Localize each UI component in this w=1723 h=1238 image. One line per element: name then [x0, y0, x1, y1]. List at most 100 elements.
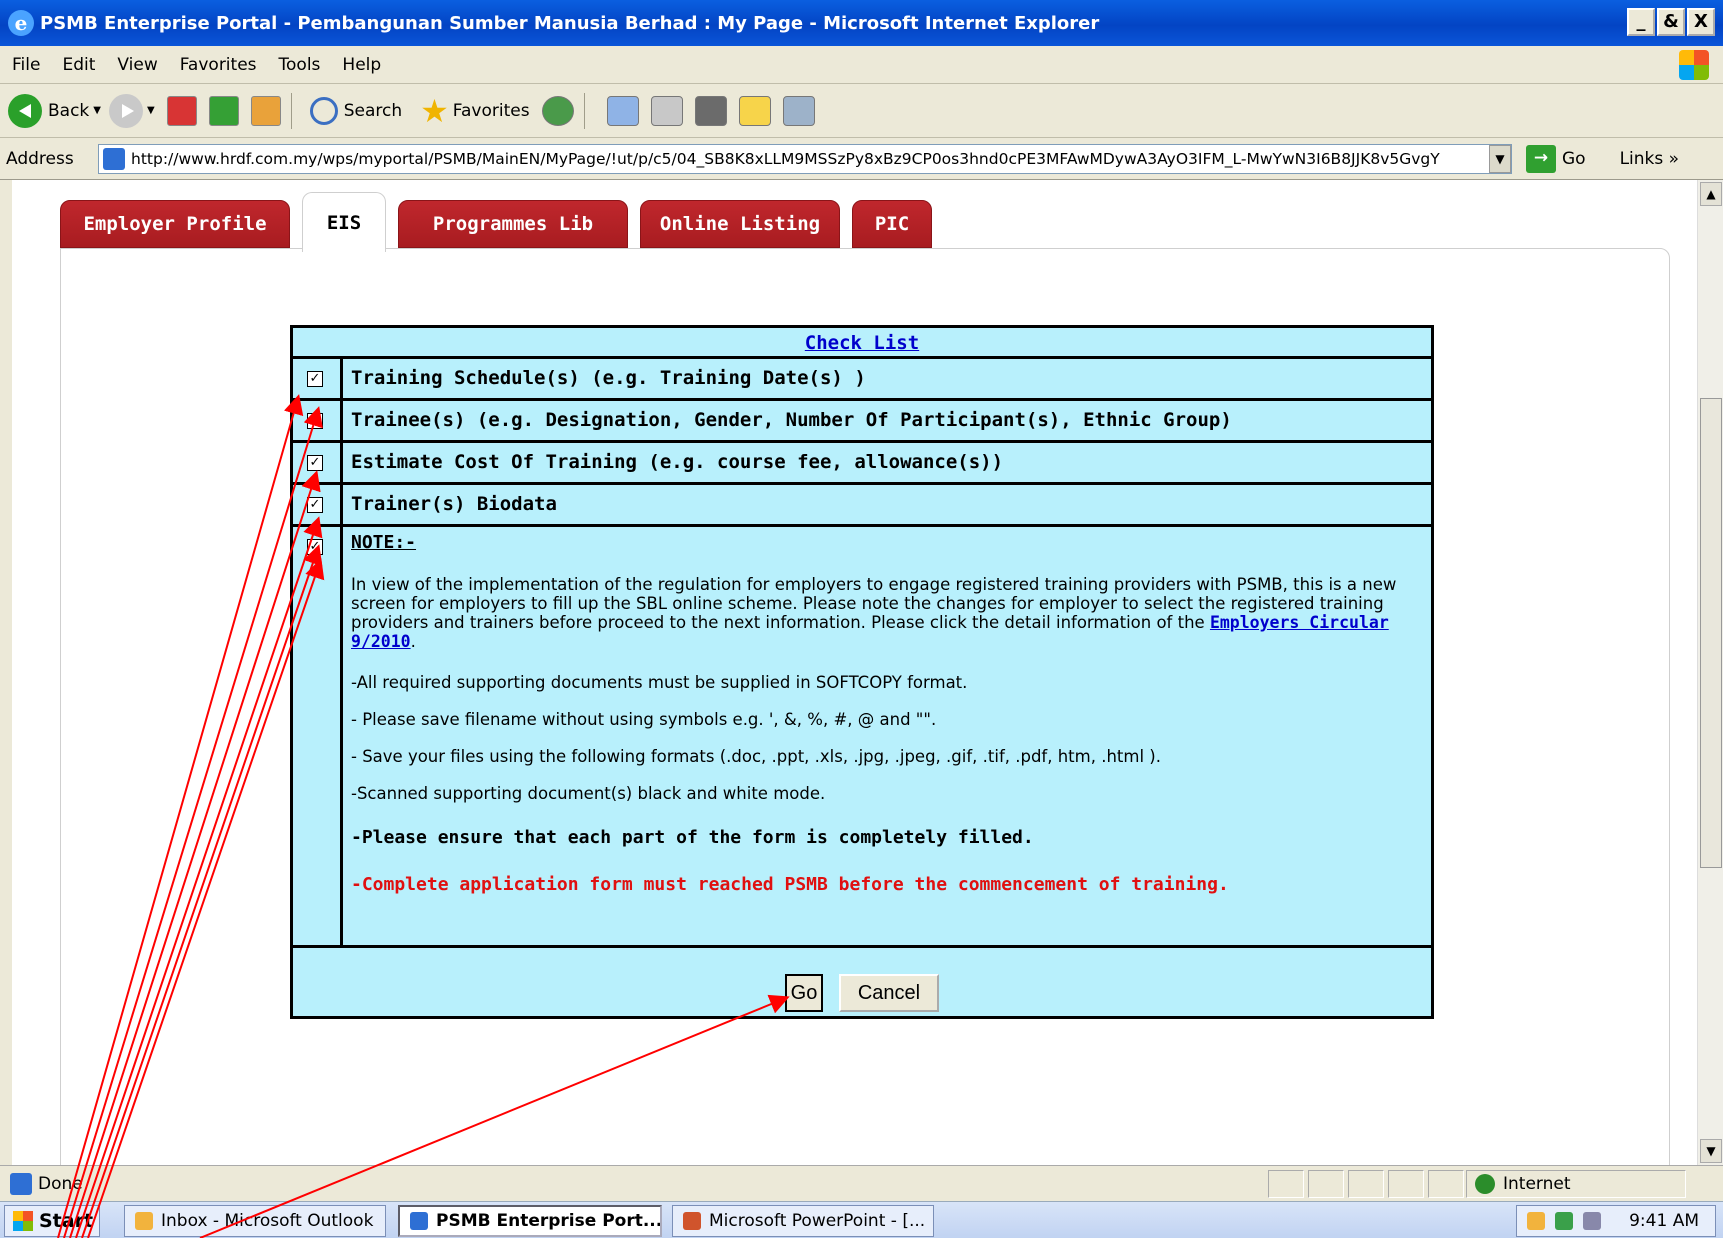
tab-eis[interactable]: EIS [302, 192, 386, 252]
security-shield-icon[interactable] [1555, 1212, 1573, 1230]
close-button[interactable]: X [1687, 8, 1715, 36]
window-controls: _ & X [1627, 8, 1715, 36]
checkbox-trainer-biodata[interactable]: ✓ [307, 497, 323, 513]
address-url: http://www.hrdf.com.my/wps/myportal/PSMB… [131, 149, 1440, 168]
status-pane [1428, 1170, 1464, 1198]
start-button[interactable]: Start [4, 1205, 100, 1237]
menu-favorites[interactable]: Favorites [168, 55, 267, 75]
menu-edit[interactable]: Edit [50, 55, 105, 75]
checkbox-trainees[interactable]: ✓ [307, 413, 323, 429]
item-label: Trainee(s) (e.g. Designation, Gender, Nu… [351, 409, 1232, 431]
network-icon[interactable] [1583, 1212, 1601, 1230]
taskbar-item-outlook[interactable]: Inbox - Microsoft Outlook [124, 1205, 386, 1237]
page-icon [103, 147, 125, 170]
search-button[interactable]: Search [309, 96, 402, 125]
back-label: Back [48, 100, 90, 121]
status-bar: Done Internet [0, 1165, 1723, 1201]
vertical-scrollbar[interactable]: ▲ ▼ [1697, 180, 1723, 1165]
note-complete-warning: -Complete application form must reached … [351, 874, 1229, 895]
windows-logo-icon [1679, 50, 1709, 80]
checkbox-cell: ✓ [293, 359, 343, 398]
scroll-down-icon[interactable]: ▼ [1700, 1139, 1722, 1163]
go-button[interactable]: → Go [1526, 144, 1586, 173]
zone-label: Internet [1503, 1174, 1571, 1194]
title-bar: e PSMB Enterprise Portal - Pembangunan S… [0, 0, 1723, 46]
research-icon[interactable] [782, 95, 815, 126]
scroll-thumb[interactable] [1700, 398, 1722, 868]
ie-logo-icon: e [8, 10, 34, 36]
tab-employer-profile[interactable]: Employer Profile [60, 200, 290, 248]
item-label: Estimate Cost Of Training (e.g. course f… [351, 451, 1004, 473]
status-pane [1388, 1170, 1424, 1198]
discuss-icon[interactable] [738, 95, 771, 126]
go-label: Go [1562, 148, 1586, 169]
links-label: Links [1619, 148, 1664, 169]
taskbar-item-label: Inbox - Microsoft Outlook [161, 1211, 374, 1231]
button-row: Go Cancel [293, 948, 1431, 1016]
search-icon [309, 96, 338, 125]
chevron-down-icon: ▼ [146, 105, 155, 116]
scroll-up-icon[interactable]: ▲ [1700, 182, 1722, 206]
checklist-row: ✓ Trainer(s) Biodata [293, 485, 1431, 527]
maximize-button[interactable]: & [1657, 8, 1685, 36]
status-text: Done [38, 1173, 83, 1194]
stop-icon[interactable] [166, 95, 197, 126]
tab-programmes-lib[interactable]: Programmes Lib [398, 200, 628, 248]
security-zone: Internet [1466, 1170, 1686, 1198]
forward-arrow-icon [108, 93, 143, 128]
page-icon [10, 1172, 32, 1195]
status-panes [1268, 1170, 1464, 1198]
back-arrow-icon [8, 93, 42, 128]
note-intro-end: . [410, 632, 416, 651]
toolbar-divider [583, 92, 585, 129]
history-icon[interactable] [541, 95, 574, 126]
clock: 9:41 AM [1629, 1211, 1699, 1231]
menu-view[interactable]: View [105, 55, 167, 75]
note-point: -Scanned supporting document(s) black an… [351, 784, 826, 803]
favorites-label: Favorites [452, 100, 530, 121]
taskbar-item-label: Microsoft PowerPoint - [... [709, 1211, 926, 1231]
refresh-icon[interactable] [208, 95, 239, 126]
start-label: Start [39, 1210, 94, 1232]
tab-pic[interactable]: PIC [852, 200, 932, 248]
links-button[interactable]: Links » [1620, 149, 1679, 169]
forward-button[interactable]: ▼ [108, 93, 155, 128]
address-bar: Address http://www.hrdf.com.my/wps/mypor… [0, 138, 1723, 180]
home-icon[interactable] [250, 95, 281, 126]
status-pane [1268, 1170, 1304, 1198]
checkbox-training-schedule[interactable]: ✓ [307, 371, 323, 387]
checklist-title-link[interactable]: Check List [805, 332, 919, 354]
taskbar-item-label: PSMB Enterprise Port... [436, 1211, 662, 1231]
edit-icon[interactable] [694, 95, 727, 126]
tab-online-listing[interactable]: Online Listing [640, 200, 840, 248]
go-submit-button[interactable]: Go [785, 974, 823, 1012]
menu-bar: File Edit View Favorites Tools Help [0, 46, 1723, 84]
checkbox-note[interactable]: ✓ [307, 539, 323, 555]
note-point: - Save your files using the following fo… [351, 747, 1161, 766]
checkbox-estimate-cost[interactable]: ✓ [307, 455, 323, 471]
status-pane [1308, 1170, 1344, 1198]
checklist-table: Check List ✓ Training Schedule(s) (e.g. … [290, 325, 1434, 1019]
address-dropdown-icon[interactable]: ▼ [1489, 144, 1511, 173]
minimize-button[interactable]: _ [1627, 8, 1655, 36]
address-label: Address [6, 148, 74, 169]
cancel-button[interactable]: Cancel [839, 974, 939, 1012]
go-arrow-icon: → [1526, 144, 1556, 173]
back-button[interactable]: Back ▼ [8, 93, 101, 128]
mail-icon[interactable] [606, 95, 639, 126]
menu-help[interactable]: Help [330, 55, 391, 75]
favorites-button[interactable]: ★ Favorites [420, 95, 529, 127]
status-pane [1348, 1170, 1384, 1198]
windows-flag-icon [13, 1211, 33, 1231]
taskbar-item-powerpoint[interactable]: Microsoft PowerPoint - [... [672, 1205, 934, 1237]
print-icon[interactable] [650, 95, 683, 126]
note-ensure-filled: -Please ensure that each part of the for… [351, 827, 1034, 848]
taskbar-item-psmb[interactable]: PSMB Enterprise Port... [398, 1205, 662, 1237]
chevron-down-icon: ▼ [93, 105, 101, 116]
checkbox-cell: ✓ [293, 443, 343, 482]
menu-tools[interactable]: Tools [267, 55, 331, 75]
reminder-icon[interactable] [1527, 1212, 1545, 1230]
address-input[interactable]: http://www.hrdf.com.my/wps/myportal/PSMB… [98, 143, 1512, 174]
menu-file[interactable]: File [0, 55, 50, 75]
note-point: -All required supporting documents must … [351, 673, 968, 692]
